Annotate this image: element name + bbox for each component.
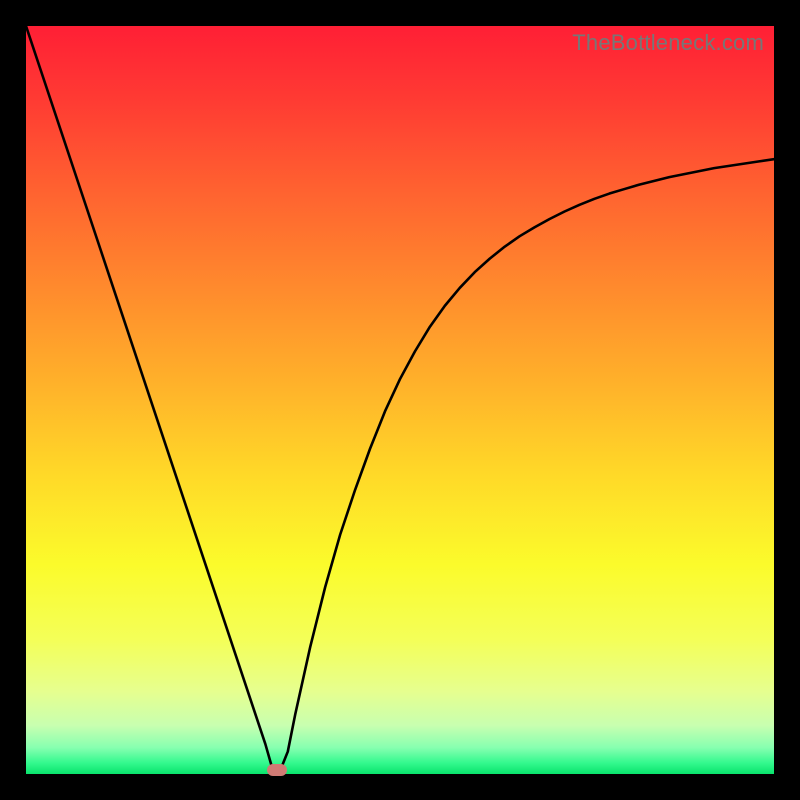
chart-frame: TheBottleneck.com — [26, 26, 774, 774]
watermark-text: TheBottleneck.com — [572, 30, 764, 56]
bottleneck-curve — [26, 26, 774, 774]
minimum-marker — [267, 764, 287, 776]
